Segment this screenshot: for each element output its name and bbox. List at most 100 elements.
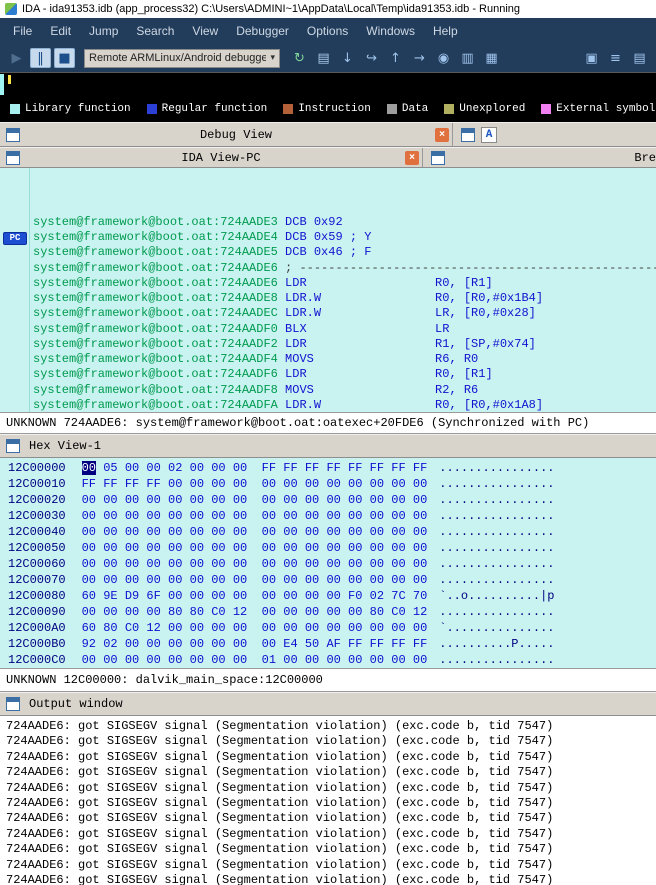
run-to-cursor-icon[interactable]: → <box>409 48 430 68</box>
threads-icon[interactable]: ≡ <box>605 48 626 68</box>
pause-process-icon[interactable]: ‖ <box>30 48 51 68</box>
legend-item-regular-function: Regular function <box>146 103 267 115</box>
hex-row[interactable]: 12C00060 00 00 00 00 00 00 00 00 00 00 00… <box>8 556 656 572</box>
hex-ascii: ................ <box>439 493 555 507</box>
asm-mnemonic: MOVS <box>285 352 314 366</box>
stack-view-icon[interactable]: ▤ <box>629 48 650 68</box>
breakpoints-title-partial: Bre <box>634 150 656 165</box>
asm-line[interactable]: system@framework@boot.oat:724AADFA LDR.W… <box>33 398 656 412</box>
hex-bytes: 00 00 00 00 00 00 00 00 00 00 00 00 00 0… <box>81 557 428 571</box>
debug-actions-group: ↻ ▤ ↓ ↪ ↑ → ◉ ▥ ▦ <box>289 48 502 68</box>
breakpoints-pane-header: Bre <box>422 148 656 167</box>
asm-line[interactable]: system@framework@boot.oat:724AADE3 DCB 0… <box>33 215 656 230</box>
hex-row[interactable]: 12C00040 00 00 00 00 00 00 00 00 00 00 00… <box>8 524 656 540</box>
ida-view-caption[interactable]: IDA View-PC × Bre <box>0 147 656 168</box>
navband-current-position-marker <box>8 75 11 84</box>
hex-ascii: ................ <box>439 461 555 475</box>
hex-address: 12C000A0 <box>8 621 66 635</box>
hex-ascii: ................ <box>439 557 555 571</box>
asm-text: DCB 0x46 ; F <box>285 245 372 260</box>
output-window-caption[interactable]: Output window <box>0 692 656 716</box>
hex-row[interactable]: 12C00030 00 00 00 00 00 00 00 00 00 00 00… <box>8 508 656 524</box>
disassembly-view[interactable]: PC system@framework@boot.oat:724AADE3 DC… <box>0 168 656 412</box>
hex-row[interactable]: 12C00070 00 00 00 00 00 00 00 00 00 00 00… <box>8 572 656 588</box>
pc-badge: PC <box>3 232 27 245</box>
asm-address: system@framework@boot.oat:724AADE5 <box>33 245 278 260</box>
asm-line[interactable]: system@framework@boot.oat:724AADF4 MOVS R… <box>33 352 656 367</box>
hex-row[interactable]: 12C00020 00 00 00 00 00 00 00 00 00 00 00… <box>8 492 656 508</box>
menu-windows[interactable]: Windows <box>357 20 424 42</box>
letter-a-button[interactable]: A <box>481 126 497 143</box>
navigation-band[interactable] <box>0 72 656 96</box>
menu-debugger[interactable]: Debugger <box>227 20 298 42</box>
refresh-memory-icon[interactable]: ↻ <box>289 48 310 68</box>
menu-help[interactable]: Help <box>424 20 467 42</box>
close-debug-view-button[interactable]: × <box>435 127 449 142</box>
ida-app-icon <box>5 3 17 15</box>
asm-line[interactable]: system@framework@boot.oat:724AADF0 BLX LR <box>33 322 656 337</box>
asm-line[interactable]: system@framework@boot.oat:724AADEC LDR.W… <box>33 306 656 321</box>
asm-address: system@framework@boot.oat:724AADF8 <box>33 382 278 397</box>
hex-row[interactable]: 12C000A0 60 80 C0 12 00 00 00 00 00 00 00… <box>8 620 656 636</box>
debug-view-caption[interactable]: Debug View × A <box>0 122 656 147</box>
asm-address: system@framework@boot.oat:724AADF2 <box>33 336 278 351</box>
asm-line[interactable]: system@framework@boot.oat:724AADE6 LDR R0… <box>33 276 656 291</box>
hex-row[interactable]: 12C000B0 92 02 00 00 00 00 00 00 00 E4 50… <box>8 636 656 652</box>
window-title: IDA - ida91353.idb (app_process32) C:\Us… <box>22 3 521 15</box>
asm-mnemonic: BLX <box>285 321 307 336</box>
asm-mnemonic: MOVS <box>285 382 314 397</box>
hex-view[interactable]: 12C00000 00 05 00 00 02 00 00 00 FF FF FF… <box>0 458 656 668</box>
legend-color-swatch <box>10 104 20 114</box>
menu-options[interactable]: Options <box>298 20 357 42</box>
asm-line[interactable]: system@framework@boot.oat:724AADF8 MOVS R… <box>33 383 656 398</box>
legend-color-swatch <box>146 104 157 114</box>
menu-jump[interactable]: Jump <box>80 20 127 42</box>
modules-icon[interactable]: ▦ <box>481 48 502 68</box>
hex-row[interactable]: 12C00080 60 9E D9 6F 00 00 00 00 00 00 00… <box>8 588 656 604</box>
step-over-icon[interactable]: ↪ <box>361 48 382 68</box>
breakpoints-list-icon[interactable]: ◉ <box>433 48 454 68</box>
hex-row[interactable]: 12C00090 00 00 00 00 80 80 C0 12 00 00 00… <box>8 604 656 620</box>
debug-view-title-area: Debug View × <box>20 123 452 146</box>
hex-row[interactable]: 12C000C0 00 00 00 00 00 00 00 00 01 00 00… <box>8 652 656 668</box>
titlebar[interactable]: IDA - ida91353.idb (app_process32) C:\Us… <box>0 0 656 18</box>
watches-icon[interactable]: ▥ <box>457 48 478 68</box>
run-until-return-icon[interactable]: ↑ <box>385 48 406 68</box>
hex-view-caption[interactable]: Hex View-1 <box>0 434 656 458</box>
asm-mnemonic: LDR.W <box>285 397 322 412</box>
hex-ascii: ................ <box>439 541 555 555</box>
debug-view-title: Debug View <box>199 127 272 142</box>
hex-row[interactable]: 12C00000 00 05 00 00 02 00 00 00 FF FF FF… <box>8 460 656 476</box>
hex-row[interactable]: 12C00050 00 00 00 00 00 00 00 00 00 00 00… <box>8 540 656 556</box>
hex-address: 12C00050 <box>8 541 66 555</box>
menu-search[interactable]: Search <box>127 20 183 42</box>
asm-line[interactable]: system@framework@boot.oat:724AADE5 DCB 0… <box>33 245 656 260</box>
asm-line[interactable]: system@framework@boot.oat:724AADF2 LDR R1… <box>33 337 656 352</box>
stop-process-icon[interactable]: ■ <box>54 48 75 68</box>
step-into-icon[interactable]: ↓ <box>337 48 358 68</box>
asm-line[interactable]: system@framework@boot.oat:724AADE8 LDR.W… <box>33 291 656 306</box>
start-process-icon[interactable]: ▶ <box>6 48 27 68</box>
menu-file[interactable]: File <box>4 20 41 42</box>
debug-windows-icon[interactable]: ▣ <box>581 48 602 68</box>
ida-view-pc-title: IDA View-PC <box>181 150 261 165</box>
menu-edit[interactable]: Edit <box>41 20 80 42</box>
hex-row[interactable]: 12C00010 FF FF FF FF 00 00 00 00 00 00 00… <box>8 476 656 492</box>
asm-mnemonic: LDR <box>285 367 307 382</box>
menu-view[interactable]: View <box>183 20 227 42</box>
debugger-selector[interactable]: Remote ARMLinux/Android debugger ▾ <box>84 48 280 68</box>
hex-bytes: 00 00 00 00 00 00 00 00 00 00 00 00 00 0… <box>81 541 428 555</box>
panel-icon <box>6 697 20 711</box>
selected-byte[interactable]: 00 <box>81 461 97 475</box>
close-ida-view-button[interactable]: × <box>405 150 419 165</box>
open-file-icon[interactable]: ▤ <box>313 48 334 68</box>
disassembly-status-bar: UNKNOWN 724AADE6: system@framework@boot.… <box>0 412 656 434</box>
output-line: 724AADE6: got SIGSEGV signal (Segmentati… <box>6 811 554 826</box>
hex-ascii: `............... <box>439 621 555 635</box>
asm-operands: R0, [R1] <box>435 367 493 382</box>
asm-line[interactable]: system@framework@boot.oat:724AADF6 LDR R0… <box>33 367 656 382</box>
asm-line[interactable]: system@framework@boot.oat:724AADE4 DCB 0… <box>33 230 656 245</box>
legend-item-library-function: Library function <box>10 103 131 115</box>
asm-line[interactable]: system@framework@boot.oat:724AADE6 ; ---… <box>33 261 656 276</box>
hex-bytes: FF FF FF FF 00 00 00 00 00 00 00 00 00 0… <box>81 477 428 491</box>
